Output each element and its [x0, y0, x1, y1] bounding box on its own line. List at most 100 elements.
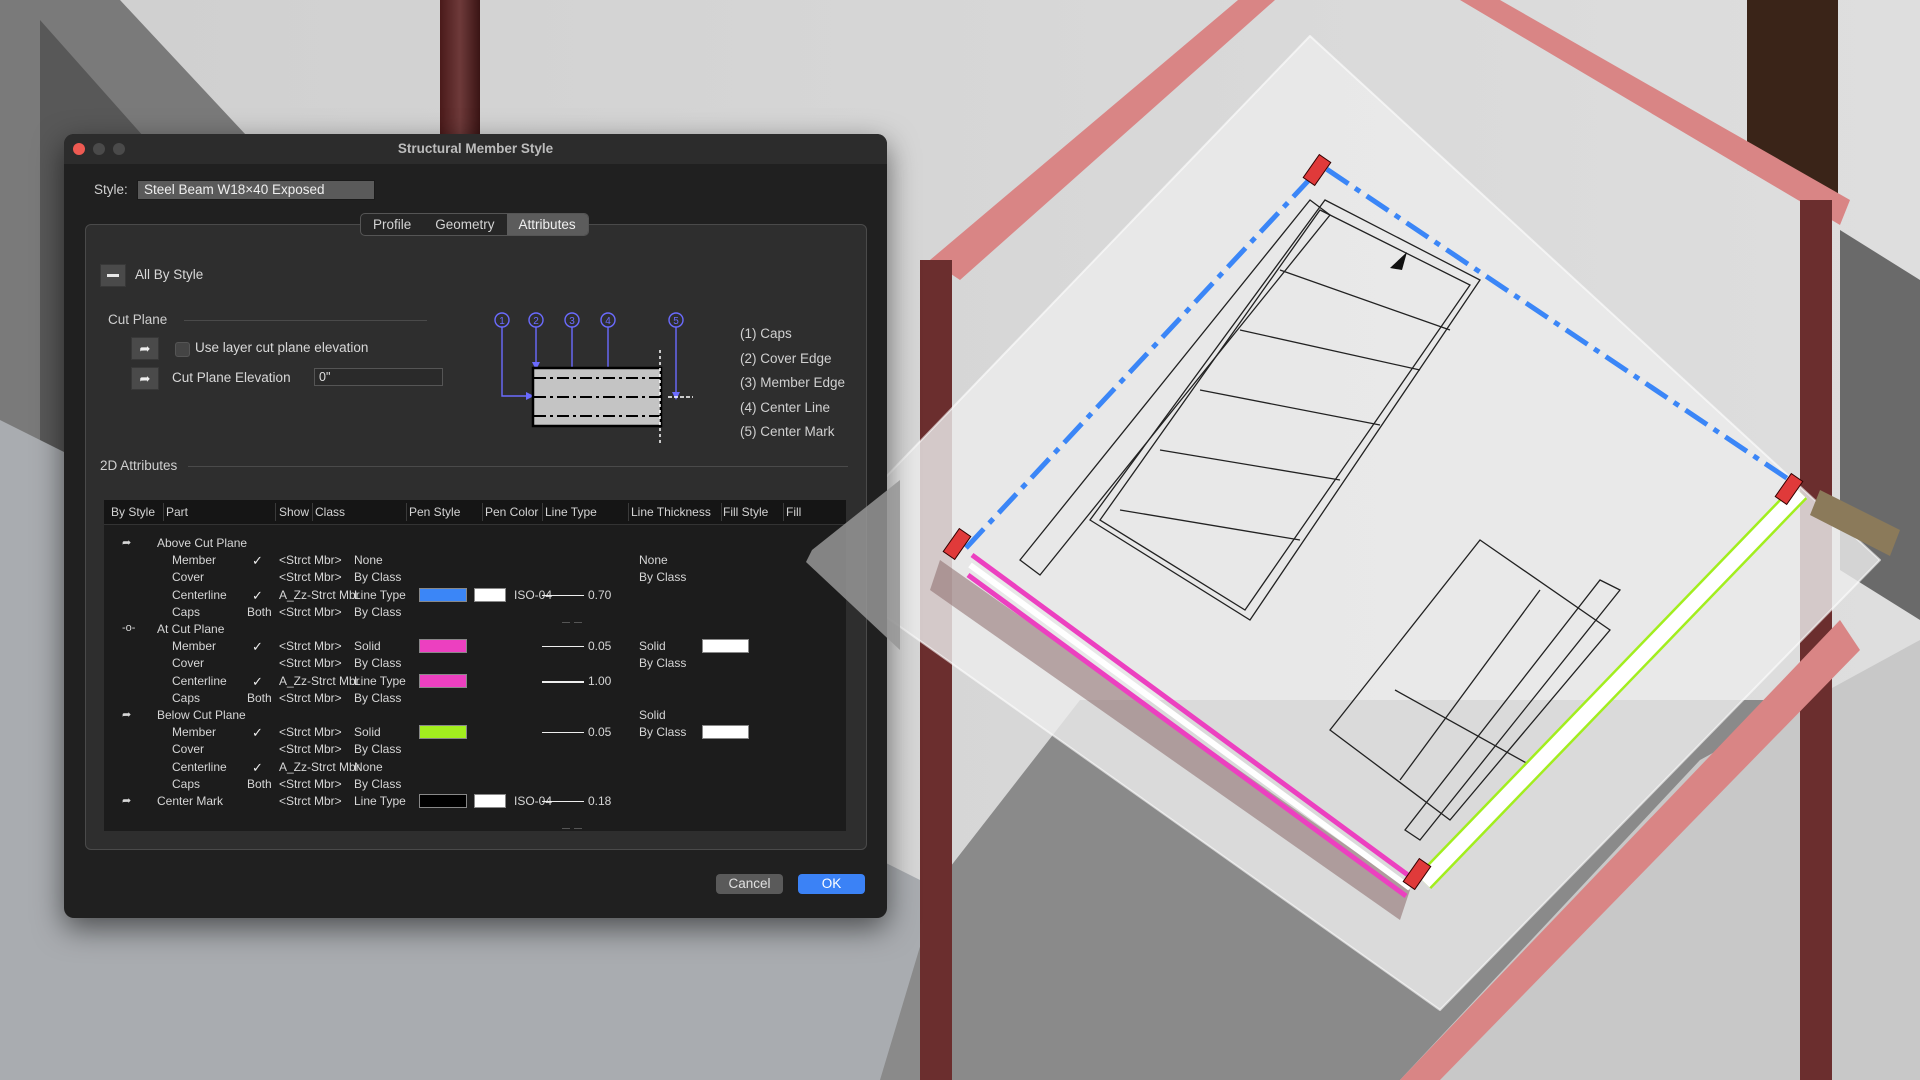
line-type-swatch[interactable] [474, 794, 506, 808]
col-class[interactable]: Class [315, 505, 345, 519]
fill-style-value: By Class [639, 656, 687, 671]
legend-center-line: (4) Center Line [740, 399, 831, 415]
show-value: ✓ [252, 587, 263, 603]
show-value: ✓ [252, 553, 263, 569]
dialog-title: Structural Member Style [397, 141, 554, 156]
table-row[interactable]: Cover <Strct Mbr> By Class By Class [104, 569, 846, 586]
col-divider [721, 503, 722, 521]
at-cut-plane-icon[interactable]: -o- [122, 622, 135, 634]
tab-attributes[interactable]: Attributes [506, 214, 588, 235]
col-by-style[interactable]: By Style [111, 505, 155, 519]
tab-profile[interactable]: Profile [361, 214, 423, 235]
line-thickness-value: 0.05 [588, 725, 612, 740]
legend-member-edge: (3) Member Edge [740, 375, 846, 390]
callout-3-label: 3 [569, 316, 575, 327]
col-divider [312, 503, 313, 521]
fill-style-value: By Class [639, 725, 687, 740]
show-value: Both [247, 690, 272, 705]
fill-swatch[interactable] [702, 639, 749, 654]
show-value: Both [247, 604, 272, 619]
2d-attributes-divider [188, 466, 848, 467]
table-row[interactable]: Cover <Strct Mbr> By Class [104, 741, 846, 758]
table-row[interactable]: Member ✓ <Strct Mbr> Solid 0.05 By Class [104, 724, 846, 741]
attributes-table: By Style Part Show Class Pen Style Pen C… [104, 500, 846, 831]
all-by-style-toggle[interactable] [100, 264, 126, 287]
by-style-icon[interactable]: ➦ [122, 708, 131, 721]
part-name: Above Cut Plane [157, 536, 248, 550]
fill-style-value: By Class [639, 570, 687, 585]
row-separator-dash [574, 828, 582, 829]
class-value: <Strct Mbr> [279, 553, 342, 568]
fill-swatch[interactable] [702, 725, 749, 740]
pen-color-swatch[interactable] [419, 725, 467, 740]
col-line-thickness[interactable]: Line Thickness [631, 505, 711, 519]
class-value: <Strct Mbr> [279, 794, 342, 808]
part-name: Caps [172, 690, 201, 705]
part-name: Caps [172, 604, 201, 619]
ok-button[interactable]: OK [798, 874, 865, 894]
line-thickness-value: 0.18 [588, 794, 612, 808]
pen-style-value: Line Type [354, 794, 406, 808]
steel-column[interactable] [440, 0, 480, 140]
cancel-button[interactable]: Cancel [716, 874, 783, 894]
table-row[interactable]: ➦ Below Cut Plane Solid [104, 707, 846, 724]
table-row[interactable]: Caps Both <Strct Mbr> By Class [104, 604, 846, 621]
pen-style-value: None [354, 759, 383, 774]
title-bar[interactable]: Structural Member Style [64, 134, 887, 164]
legend-center-mark: (5) Center Mark [740, 424, 835, 439]
show-value: ✓ [252, 639, 263, 655]
part-name: Member [172, 639, 217, 654]
pen-style-value: By Class [354, 690, 402, 705]
table-row[interactable]: Centerline ✓ A_Zz-Strct Mbr None [104, 759, 846, 776]
col-show[interactable]: Show [279, 505, 309, 519]
style-select[interactable]: Steel Beam W18×40 Exposed [137, 180, 375, 200]
show-value: ✓ [252, 759, 263, 775]
line-thickness-sample [542, 732, 584, 734]
pen-color-swatch[interactable] [419, 639, 467, 654]
line-thickness-sample [542, 594, 584, 596]
pen-color-swatch[interactable] [419, 673, 467, 688]
cut-plane-elevation-input[interactable]: 0" [314, 368, 443, 386]
table-row[interactable]: Member ✓ <Strct Mbr> Solid 0.05 Solid [104, 638, 846, 655]
col-divider [163, 503, 164, 521]
class-value: A_Zz-Strct Mbr [279, 587, 360, 602]
by-style-icon[interactable]: ➦ [122, 536, 131, 549]
class-value: A_Zz-Strct Mbr [279, 759, 360, 774]
col-part[interactable]: Part [166, 505, 188, 519]
pen-color-swatch[interactable] [419, 587, 467, 602]
col-pen-color[interactable]: Pen Color [485, 505, 538, 519]
steel-column-left[interactable] [920, 260, 952, 1080]
class-value: <Strct Mbr> [279, 656, 342, 671]
pen-color-swatch[interactable] [419, 794, 467, 808]
tab-geometry[interactable]: Geometry [423, 214, 506, 235]
col-line-type[interactable]: Line Type [545, 505, 597, 519]
table-row[interactable]: -o- At Cut Plane [104, 621, 846, 638]
legend-cover-edge: (2) Cover Edge [740, 350, 832, 366]
table-row[interactable]: Cover <Strct Mbr> By Class By Class [104, 655, 846, 672]
callout-2-label: 2 [533, 316, 539, 327]
col-divider [482, 503, 483, 521]
table-row[interactable]: ➦ Above Cut Plane [104, 535, 846, 552]
class-value: <Strct Mbr> [279, 604, 342, 619]
part-name: Center Mark [157, 794, 224, 808]
col-pen-style[interactable]: Pen Style [409, 505, 460, 519]
use-layer-cut-plane-checkbox[interactable] [175, 342, 190, 357]
class-value: <Strct Mbr> [279, 742, 342, 757]
table-row[interactable]: Centerline ✓ A_Zz-Strct Mbr Line Type 1.00 [104, 673, 846, 690]
table-row[interactable]: Caps Both <Strct Mbr> By Class [104, 690, 846, 707]
col-fill-style[interactable]: Fill Style [723, 505, 768, 519]
by-style-toggle-elevation[interactable]: ➦ [131, 367, 159, 390]
by-style-toggle-use-layer[interactable]: ➦ [131, 337, 159, 360]
class-value: <Strct Mbr> [279, 776, 342, 791]
col-divider [628, 503, 629, 521]
table-row[interactable]: Caps Both <Strct Mbr> By Class [104, 776, 846, 793]
table-row[interactable]: ➦ Center Mark <Strct Mbr> Line Type ISO-04 0.… [104, 793, 846, 810]
line-type-swatch[interactable] [474, 587, 506, 602]
line-thickness-sample [542, 801, 584, 802]
by-style-icon[interactable]: ➦ [122, 794, 131, 807]
class-value: <Strct Mbr> [279, 639, 342, 654]
table-row[interactable]: Member ✓ <Strct Mbr> None None [104, 552, 846, 569]
structural-member-style-dialog: Structural Member Style Style: Steel Bea… [64, 134, 887, 918]
tab-bar: Profile Geometry Attributes [360, 213, 589, 236]
table-row[interactable]: Centerline ✓ A_Zz-Strct Mbr Line Type ISO-04… [104, 587, 846, 604]
